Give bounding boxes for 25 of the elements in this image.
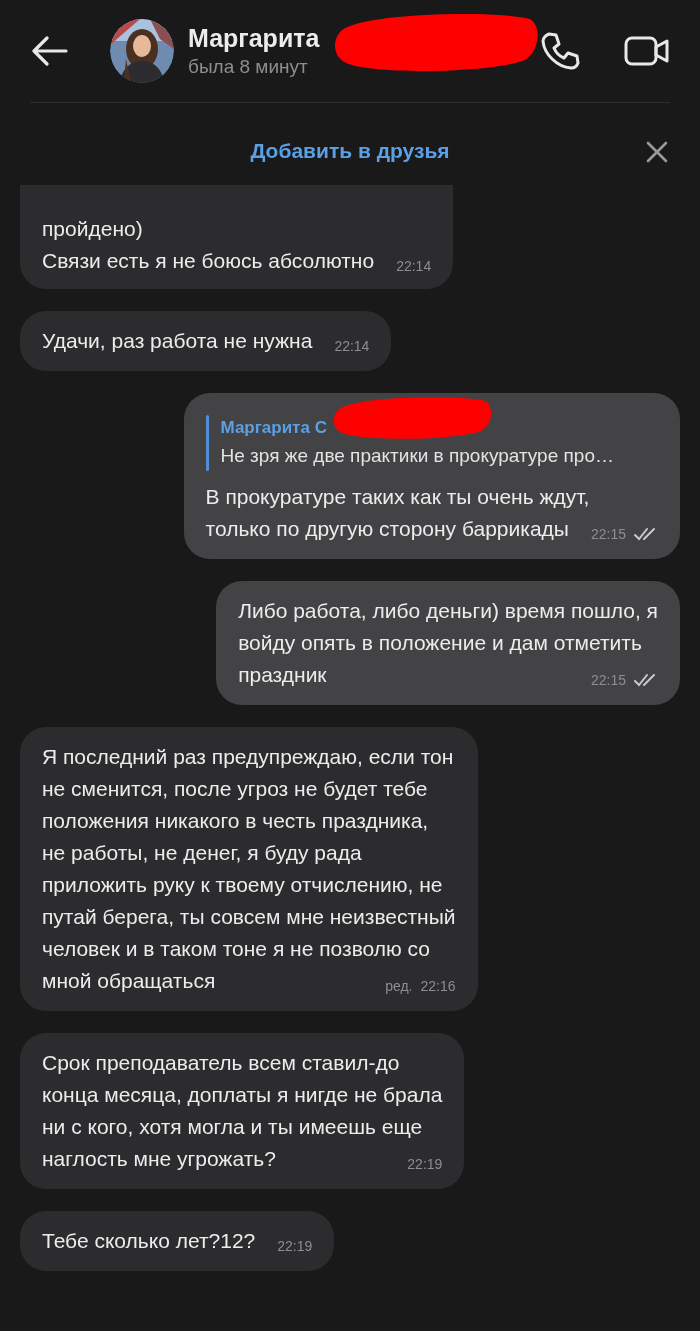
quoted-text: Не зря же две практики в прокуратуре про… <box>220 444 614 468</box>
phone-icon[interactable] <box>540 31 580 71</box>
edited-label: ред. <box>385 977 413 996</box>
message-text: Удачи, раз работа не нужна 22:14 <box>42 325 370 357</box>
last-seen-status: была 8 минут <box>188 55 309 79</box>
message-text: Я последний раз предупреждаю, если тон не сменится, после угроз не будет тебе положения никакого в честь праздника, не работы, не денег, я буду рада приложить руку к твоему отчислению, не путай берега, ты совсем мне неизвестный человек и в таком тоне я не позволю со мной обращаться ред. 22:16 <box>42 741 456 997</box>
message-text: пройдено) Связи есть я не боюсь абсолютно 22:14 <box>42 213 432 277</box>
message-time: 22:19 <box>277 1237 313 1256</box>
message-time: 22:16 <box>420 977 456 996</box>
message-text: Срок преподаватель всем ставил-до конца месяца, доплаты я нигде не брала ни с кого, хотя могла и ты имеешь еще наглость мне угрожать? 22:19 <box>42 1047 443 1175</box>
message-time: 22:19 <box>407 1155 443 1174</box>
message-time: 22:15 <box>590 525 626 544</box>
message-time: 22:15 <box>590 671 626 690</box>
close-icon[interactable] <box>646 141 668 163</box>
video-camera-icon[interactable] <box>624 35 670 67</box>
reply-author: Маргарита С <box>220 417 327 439</box>
quote-bar <box>205 415 209 471</box>
message-text: Тебе сколько лет?12? 22:19 <box>42 1225 313 1257</box>
add-friend-link[interactable]: Добавить в друзья <box>250 135 450 167</box>
message-time: 22:14 <box>396 257 432 276</box>
message-text: В прокуратуре таких как ты очень ждут, только по другую сторону баррикады 22:15 <box>205 481 658 545</box>
message-time: 22:14 <box>334 337 370 356</box>
back-arrow-icon[interactable] <box>32 36 68 66</box>
contact-name: Маргарита <box>188 23 320 54</box>
message-text: Либо работа, либо деньги) время пошло, я войду опять в положение и дам отметить праздник 22:15 <box>238 595 658 691</box>
